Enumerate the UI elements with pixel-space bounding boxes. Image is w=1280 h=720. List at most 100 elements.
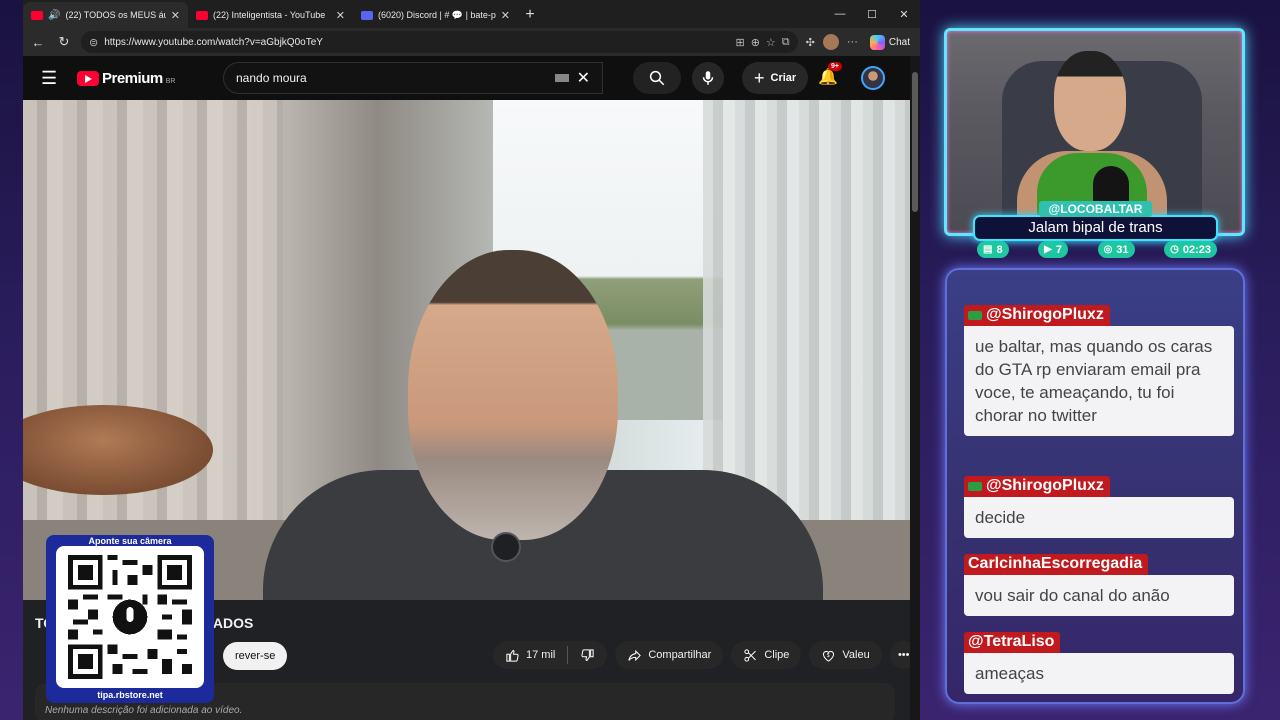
- uptime-badge: ◷ 02:23: [1164, 241, 1217, 258]
- clip-label: Clipe: [764, 649, 790, 661]
- person-head: [408, 250, 618, 540]
- extension-puzzle-icon[interactable]: ✣: [806, 36, 815, 49]
- youtube-count: 7: [1055, 243, 1062, 256]
- tab-label: (22) Inteligentista - YouTube: [213, 10, 326, 20]
- chat-username: CarlcinhaEscorregadia: [964, 554, 1149, 575]
- youtube-favicon-icon: [31, 10, 43, 20]
- qr-code-image: [56, 546, 204, 688]
- zoom-icon[interactable]: ⊕: [751, 36, 760, 49]
- search-query[interactable]: nando moura: [236, 71, 555, 85]
- chat-text: decide: [964, 497, 1234, 538]
- chat-count-badge: ▤ 8: [977, 241, 1009, 258]
- more-options-icon[interactable]: ···: [847, 36, 858, 48]
- collections-icon[interactable]: ⧉: [782, 36, 790, 49]
- username-text: @ShirogoPluxz: [986, 477, 1104, 494]
- uptime: 02:23: [1182, 243, 1211, 256]
- chat-bubble-icon: ▤: [983, 244, 993, 255]
- clear-search-icon[interactable]: ✕: [577, 68, 590, 88]
- maximize-icon[interactable]: ☐: [856, 0, 888, 28]
- speaker-icon[interactable]: 🔊: [48, 10, 60, 21]
- youtube-count-badge: ▶ 7: [1038, 241, 1068, 258]
- like-dislike-group[interactable]: 17 mil: [493, 641, 608, 669]
- video-player[interactable]: [23, 100, 910, 600]
- thumbs-down-icon[interactable]: [580, 648, 595, 663]
- streamer-handle: @LOCOBALTAR: [1038, 201, 1153, 217]
- create-button[interactable]: + Criar: [742, 62, 809, 94]
- platform-icon: [968, 481, 982, 491]
- close-window-icon[interactable]: ✕: [888, 0, 920, 28]
- chat-text: vou sair do canal do anão: [964, 575, 1234, 616]
- chat-text: ue baltar, mas quando os caras do GTA rp…: [964, 326, 1234, 436]
- keyboard-icon[interactable]: [554, 74, 569, 82]
- divider: [567, 646, 569, 664]
- tab-audios[interactable]: 🔊 (22) TODOS os MEUS áudios ✕: [23, 2, 188, 28]
- clip-button[interactable]: Clipe: [731, 641, 802, 669]
- microphone-icon: [702, 71, 714, 85]
- menu-icon[interactable]: ☰: [41, 68, 65, 89]
- back-arrow-icon[interactable]: ←: [29, 35, 47, 50]
- plus-icon: +: [754, 67, 765, 88]
- youtube-logo[interactable]: Premium BR: [77, 70, 175, 87]
- clock-icon: ◷: [1170, 244, 1179, 255]
- address-bar[interactable]: ⊜ https://www.youtube.com/watch?v=aGbjkQ…: [81, 31, 798, 53]
- chat-message: CarlcinhaEscorregadia vou sair do canal …: [964, 554, 1234, 616]
- chat-username: @ShirogoPluxz: [964, 476, 1110, 497]
- viewers-icon: ◎: [1103, 244, 1113, 255]
- chat-username: @TetraLiso: [964, 632, 1061, 653]
- chat-message: @ShirogoPluxz ue baltar, mas quando os c…: [964, 305, 1234, 436]
- svg-text:$: $: [827, 653, 830, 659]
- super-thanks-icon: $: [823, 650, 835, 662]
- site-info-icon[interactable]: ⊜: [89, 36, 98, 49]
- streamer-head: [1054, 51, 1126, 151]
- share-button[interactable]: Compartilhar: [615, 641, 724, 669]
- description-text: Nenhuma descrição foi adicionada ao víde…: [45, 705, 243, 716]
- qr-code-card: Aponte sua câmera tipa.rbstore.net: [46, 535, 214, 703]
- chat-username: @ShirogoPluxz: [964, 305, 1110, 326]
- tab-label: (22) TODOS os MEUS áudios: [65, 10, 165, 20]
- reload-icon[interactable]: ↻: [55, 34, 73, 50]
- username-text: CarlcinhaEscorregadia: [968, 555, 1143, 572]
- app-available-icon[interactable]: ⊞: [735, 36, 744, 49]
- subscribe-button[interactable]: rever-se: [223, 642, 288, 670]
- address-toolbar: ← ↻ ⊜ https://www.youtube.com/watch?v=aG…: [23, 28, 920, 56]
- tab-inteligentista[interactable]: (22) Inteligentista - YouTube ✕: [188, 2, 353, 28]
- subscribe-label: rever-se: [235, 650, 276, 662]
- profile-avatar[interactable]: [822, 34, 839, 50]
- youtube-favicon-icon: [196, 10, 208, 20]
- favorite-star-icon[interactable]: ☆: [766, 36, 776, 49]
- share-label: Compartilhar: [648, 649, 712, 661]
- copilot-chat-button[interactable]: Chat: [866, 34, 914, 50]
- search-button[interactable]: [633, 62, 681, 94]
- new-tab-button[interactable]: +: [518, 2, 542, 28]
- notifications-button[interactable]: 🔔 9+: [818, 62, 842, 87]
- scrollbar-thumb[interactable]: [912, 72, 918, 212]
- close-tab-icon[interactable]: ✕: [171, 9, 180, 22]
- thanks-button[interactable]: $ Valeu: [809, 641, 882, 669]
- viewer-count: 31: [1116, 243, 1129, 256]
- username-text: @ShirogoPluxz: [986, 306, 1104, 323]
- qr-caption-bottom: tipa.rbstore.net: [97, 690, 163, 700]
- chat-panel: @ShirogoPluxz ue baltar, mas quando os c…: [945, 268, 1245, 704]
- notification-badge: 9+: [828, 62, 842, 71]
- username-text: @TetraLiso: [968, 633, 1055, 650]
- youtube-play-icon: [77, 70, 99, 86]
- voice-search-button[interactable]: [692, 62, 724, 94]
- discord-favicon-icon: [361, 10, 373, 20]
- account-avatar[interactable]: [861, 66, 885, 90]
- scissors-icon: [744, 648, 757, 662]
- stream-stats: ▤ 8 ▶ 7 ◎ 31 ◷ 02:23: [977, 241, 1217, 259]
- search-icon: [649, 70, 665, 86]
- chat-message: @ShirogoPluxz decide: [964, 476, 1234, 538]
- tab-label: (6020) Discord | # 💬 | bate-papo: [378, 9, 496, 20]
- video-actions: 17 mil Compartilhar Clipe $ Valeu •••: [493, 641, 918, 669]
- tab-discord[interactable]: (6020) Discord | # 💬 | bate-papo ✕: [353, 2, 518, 28]
- url-text[interactable]: https://www.youtube.com/watch?v=aGbjkQ0o…: [104, 37, 729, 48]
- chat-label: Chat: [888, 36, 910, 48]
- stream-title: Jalam bipal de trans: [973, 215, 1218, 241]
- minimize-icon[interactable]: —: [824, 0, 856, 28]
- thanks-label: Valeu: [842, 649, 870, 661]
- close-tab-icon[interactable]: ✕: [336, 9, 345, 22]
- close-tab-icon[interactable]: ✕: [501, 9, 510, 22]
- search-input[interactable]: nando moura ✕: [223, 62, 603, 94]
- thumbs-up-icon[interactable]: [505, 648, 520, 663]
